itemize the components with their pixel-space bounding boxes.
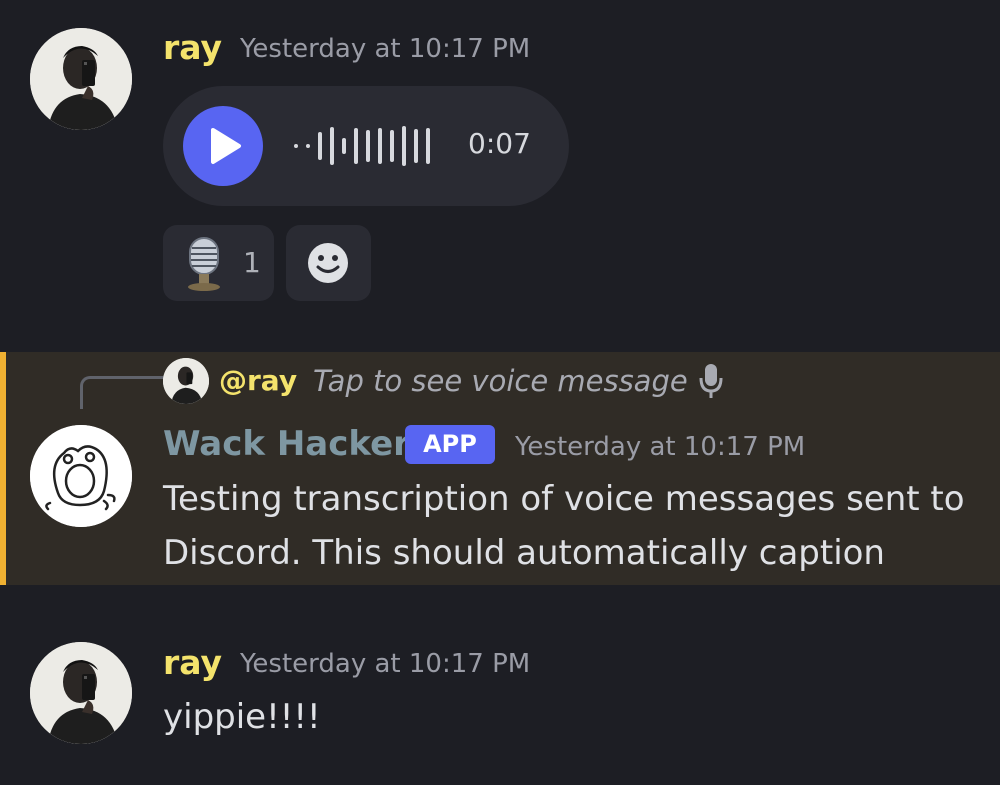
add-reaction-button[interactable]: [286, 225, 371, 301]
reply-preview-text[interactable]: Tap to see voice message: [313, 364, 688, 398]
reply-mention[interactable]: @ray: [219, 364, 297, 397]
reaction-count: 1: [243, 246, 261, 279]
reply-avatar[interactable]: [163, 358, 209, 404]
message-text-line-2: Discord. This should automatically capti…: [163, 533, 885, 573]
author-name[interactable]: ray: [163, 28, 222, 67]
microphone-icon: [699, 364, 723, 398]
message-timestamp: Yesterday at 10:17 PM: [240, 34, 531, 64]
message-text-line-1: Testing transcription of voice messages …: [163, 479, 965, 519]
app-badge: APP: [405, 425, 495, 464]
author-name[interactable]: Wack Hacker: [163, 424, 410, 464]
reply-connector: [80, 376, 165, 409]
microphone-emoji-icon: [188, 237, 220, 291]
author-name[interactable]: ray: [163, 643, 222, 682]
voice-message-player: 0:07: [163, 86, 569, 206]
smiley-icon: [308, 243, 348, 283]
reaction-microphone[interactable]: 1: [163, 225, 274, 301]
avatar-ray[interactable]: [30, 642, 132, 744]
message-text: yippie!!!!: [163, 697, 321, 737]
avatar-wack-hacker[interactable]: [30, 425, 132, 527]
mention-bar: [0, 352, 6, 585]
play-button[interactable]: [183, 106, 263, 186]
message-timestamp: Yesterday at 10:17 PM: [240, 649, 531, 679]
voice-duration: 0:07: [468, 127, 531, 160]
waveform[interactable]: [288, 124, 443, 168]
play-icon: [211, 128, 241, 164]
avatar-ray[interactable]: [30, 28, 132, 130]
message-timestamp: Yesterday at 10:17 PM: [515, 432, 806, 462]
